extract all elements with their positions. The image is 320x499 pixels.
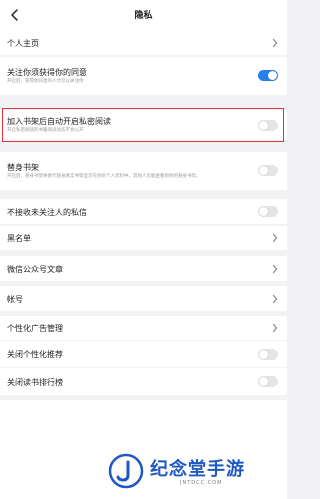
proxy-shelf-toggle[interactable] (258, 165, 278, 176)
follow-consent-row: 关注你须获得你的同意 开启后，获得你同意的人才可以关注你 (0, 57, 287, 95)
toggle-knob (268, 71, 277, 80)
follow-consent-toggle[interactable] (258, 70, 278, 81)
watermark-brand: 纪念堂手游 (150, 459, 245, 480)
watermark-url: JNTDCC.COM (180, 480, 223, 486)
toggle-knob (259, 377, 268, 386)
ad-management-label: 个性化广告管理 (7, 324, 63, 333)
chevron-right-icon (272, 264, 278, 274)
toggle-knob (259, 166, 268, 175)
chevron-right-icon (272, 294, 278, 304)
watermark-logo-icon (108, 453, 144, 489)
no-stranger-msgs-row: 不接收未关注人的私信 (0, 199, 287, 224)
blacklist-row[interactable]: 黑名单 (0, 226, 287, 250)
close-personal-recommend-row: 关闭个性化推荐 (0, 341, 287, 367)
top-bar: 隐私 (0, 0, 287, 30)
close-personal-recommend-toggle[interactable] (258, 349, 278, 360)
chevron-right-icon (272, 233, 278, 243)
proxy-shelf-label: 替身书架 (7, 163, 39, 172)
chevron-right-icon (272, 38, 278, 48)
personal-home-label: 个人主页 (7, 39, 39, 48)
chevron-right-icon (272, 323, 278, 333)
ad-management-row[interactable]: 个性化广告管理 (0, 316, 287, 340)
wechat-articles-row[interactable]: 微信公众号文章 (0, 256, 287, 281)
follow-consent-label: 关注你须获得你的同意 (7, 68, 87, 77)
close-ranking-toggle[interactable] (258, 376, 278, 387)
blacklist-label: 黑名单 (7, 234, 31, 243)
close-ranking-row: 关闭读书排行榜 (0, 368, 287, 395)
follow-consent-desc: 开启后，获得你同意的人才可以关注你 (7, 79, 84, 84)
personal-home-row[interactable]: 个人主页 (0, 30, 287, 55)
no-stranger-msgs-toggle[interactable] (258, 206, 278, 217)
toggle-knob (259, 207, 268, 216)
close-personal-recommend-label: 关闭个性化推荐 (7, 350, 63, 359)
no-stranger-msgs-label: 不接收未关注人的私信 (7, 208, 87, 217)
proxy-shelf-row: 替身书架 开启后，替身书架将替代替身真实书架显示在你的个人资料中，其他人仅能查看… (0, 152, 287, 190)
wechat-articles-label: 微信公众号文章 (7, 265, 63, 274)
proxy-shelf-desc: 开启后，替身书架将替代替身真实书架显示在你的个人资料中，其他人仅能查看到你的替身… (7, 174, 201, 179)
page-title: 隐私 (134, 11, 153, 21)
highlight-box (2, 108, 284, 142)
account-row[interactable]: 帐号 (0, 286, 287, 311)
account-label: 帐号 (7, 295, 23, 304)
toggle-knob (259, 350, 268, 359)
close-ranking-label: 关闭读书排行榜 (7, 378, 63, 387)
